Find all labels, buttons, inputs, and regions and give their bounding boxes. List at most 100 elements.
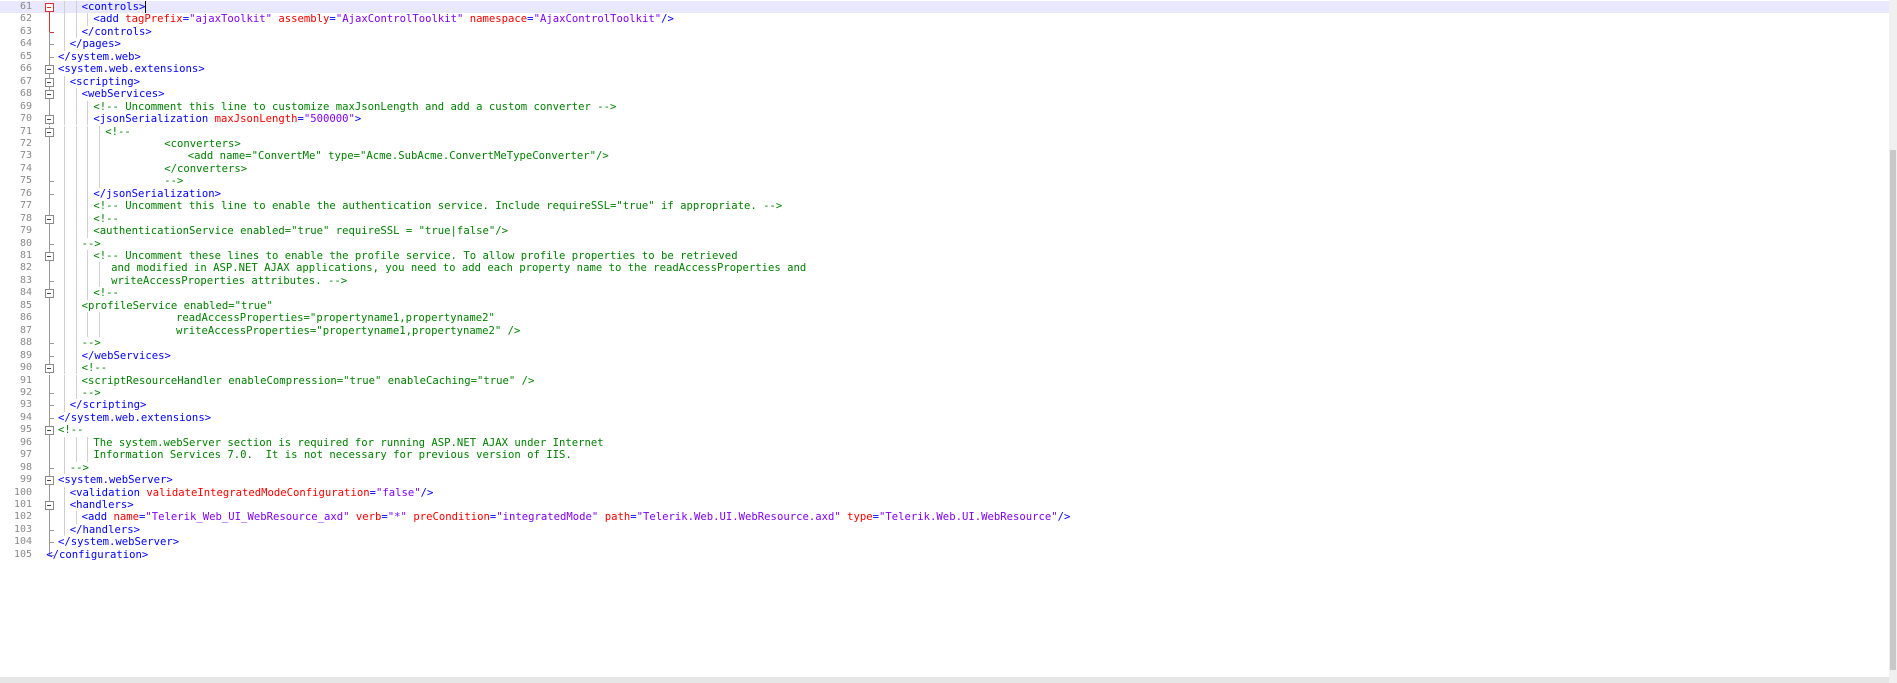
collapse-icon[interactable]	[45, 476, 54, 486]
line-code: -->	[82, 387, 101, 399]
code-line[interactable]: 67 <scripting>	[0, 75, 1889, 89]
token-cmt: <converters>	[164, 137, 241, 150]
line-code: <add name="ConvertMe" type="Acme.SubAcme…	[188, 150, 609, 162]
code-line[interactable]: 80 -->	[0, 237, 1889, 250]
line-number: 69	[19, 100, 32, 112]
fold-guide	[49, 374, 50, 387]
token-cmt: <authenticationService enabled="true" re…	[93, 225, 508, 238]
code-line[interactable]: 93 </scripting>	[0, 399, 1889, 412]
token-attr: validateIntegratedModeConfiguration	[146, 486, 370, 499]
code-line[interactable]: 100 <validation validateIntegratedModeCon…	[0, 486, 1889, 499]
collapse-icon[interactable]	[45, 501, 54, 510]
indent-guide	[99, 262, 101, 275]
line-number: 89	[19, 349, 32, 361]
code-line[interactable]: 104 </system.webServer>	[0, 536, 1889, 549]
code-line[interactable]: 84 <!--	[0, 287, 1889, 300]
code-line[interactable]: 89 </webServices>	[0, 349, 1889, 363]
code-line[interactable]: 83 writeAccessProperties attributes. -->	[0, 274, 1889, 288]
code-line[interactable]: 73 <add name="ConvertMe" type="Acme.SubAc…	[0, 150, 1889, 163]
fold-guide	[49, 511, 50, 524]
token-cmt: <!--	[58, 424, 84, 437]
code-line[interactable]: 90 <!--	[0, 362, 1889, 375]
text-caret	[145, 1, 147, 13]
code-line[interactable]: 70 <jsonSerialization maxJsonLength="5000…	[0, 113, 1889, 126]
collapse-icon[interactable]	[45, 3, 54, 12]
indent-guide	[63, 461, 65, 475]
collapse-icon[interactable]	[45, 214, 54, 224]
code-line[interactable]: 99 <system.webServer>	[0, 474, 1889, 487]
line-code: <!--	[93, 213, 119, 225]
indent-guide	[63, 137, 65, 151]
code-line[interactable]: 87 writeAccessProperties="propertyname1,p…	[0, 324, 1889, 338]
scrollbar-thumb[interactable]	[1890, 150, 1896, 670]
collapse-icon[interactable]	[45, 65, 54, 75]
line-number: 97	[19, 449, 32, 461]
code-line[interactable]: 65 </system.web>	[0, 50, 1889, 64]
indent-guide	[75, 274, 77, 288]
code-line[interactable]: 77 <!-- Uncomment this line to enable the…	[0, 200, 1889, 213]
token-tag: <validation	[69, 486, 147, 499]
collapse-icon[interactable]	[45, 90, 54, 100]
code-line[interactable]: 63 </controls>	[0, 25, 1889, 39]
code-line[interactable]: 68 <webServices>	[0, 88, 1889, 101]
code-line[interactable]: 82 and modified in ASP.NET AJAX applicati…	[0, 262, 1889, 275]
code-line[interactable]: 72 <converters>	[0, 137, 1889, 151]
code-line[interactable]: 75 -->	[0, 175, 1889, 188]
code-line[interactable]: 102 <add name="Telerik_Web_UI_WebResource…	[0, 511, 1889, 524]
indent-guide	[63, 287, 65, 300]
code-line[interactable]: 103 </handlers>	[0, 523, 1889, 537]
line-number: 96	[19, 436, 32, 448]
code-line[interactable]: 79 <authenticationService enabled="true" …	[0, 225, 1889, 238]
collapse-icon[interactable]	[45, 115, 54, 125]
code-line[interactable]: 105 </configuration>	[0, 548, 1889, 561]
line-code: writeAccessProperties attributes. -->	[111, 275, 347, 287]
token-attr: type	[847, 511, 873, 524]
code-line[interactable]: 78 <!--	[0, 212, 1889, 226]
code-line[interactable]: 88 -->	[0, 337, 1889, 350]
code-line[interactable]: 81 <!-- Uncomment these lines to enable t…	[0, 250, 1889, 263]
line-number: 103	[13, 523, 32, 535]
code-line[interactable]: 64 </pages>	[0, 38, 1889, 51]
code-line[interactable]: 62 <add tagPrefix="ajaxToolkit" assembly=…	[0, 13, 1889, 26]
vertical-scrollbar[interactable]	[1889, 0, 1897, 683]
token-val: "integratedMode"	[496, 511, 599, 524]
indent-guide	[75, 162, 77, 176]
indent-guide	[87, 113, 89, 126]
code-line[interactable]: 74 </converters>	[0, 162, 1889, 176]
code-line[interactable]: 97 Information Services 7.0. It is not ne…	[0, 449, 1889, 462]
collapse-icon[interactable]	[45, 289, 54, 299]
code-line[interactable]: 71 <!--	[0, 125, 1889, 138]
line-number: 85	[19, 299, 32, 311]
indent-guide	[87, 225, 89, 238]
token-attr: assembly	[278, 13, 330, 26]
collapse-icon[interactable]	[45, 364, 54, 374]
code-line[interactable]: 92 -->	[0, 386, 1889, 400]
code-line[interactable]: 101 <handlers>	[0, 499, 1889, 512]
code-editor[interactable]: 61 <controls> 62 <add tagPrefix="ajaxToolki…	[0, 0, 1889, 683]
code-line[interactable]: 91 <scriptResourceHandler enableCompressi…	[0, 374, 1889, 387]
code-line[interactable]: 95 <!--	[0, 424, 1889, 437]
code-line[interactable]: 76 </jsonSerialization>	[0, 187, 1889, 201]
token-tag: <webServices>	[81, 88, 165, 101]
code-line[interactable]: 98 -->	[0, 461, 1889, 475]
token-val: "AjaxControlToolkit"	[335, 13, 464, 26]
collapse-icon[interactable]	[45, 426, 54, 436]
token-cmt: -->	[81, 386, 101, 399]
collapse-icon[interactable]	[45, 252, 54, 261]
code-line[interactable]: 96 The system.webServer section is requir…	[0, 436, 1889, 450]
indent-guide	[75, 88, 77, 101]
code-line[interactable]: 61 <controls>	[0, 1, 1889, 14]
code-line[interactable]: 94 </system.web.extensions>	[0, 411, 1889, 425]
token-tag: <controls>	[81, 1, 146, 13]
line-number: 99	[19, 474, 32, 486]
indent-guide	[99, 137, 101, 151]
code-line[interactable]: 66 <system.web.extensions>	[0, 63, 1889, 76]
code-line[interactable]: 85 <profileService enabled="true"	[0, 299, 1889, 313]
line-code: <!-- Uncomment these lines to enable the…	[93, 250, 737, 262]
collapse-icon[interactable]	[45, 77, 54, 87]
horizontal-scrollbar[interactable]	[0, 677, 1889, 683]
code-line[interactable]: 69 <!-- Uncomment this line to customize …	[0, 100, 1889, 114]
collapse-icon[interactable]	[45, 127, 54, 137]
code-line[interactable]: 86 readAccessProperties="propertyname1,pr…	[0, 312, 1889, 325]
line-code: </controls>	[82, 26, 152, 38]
